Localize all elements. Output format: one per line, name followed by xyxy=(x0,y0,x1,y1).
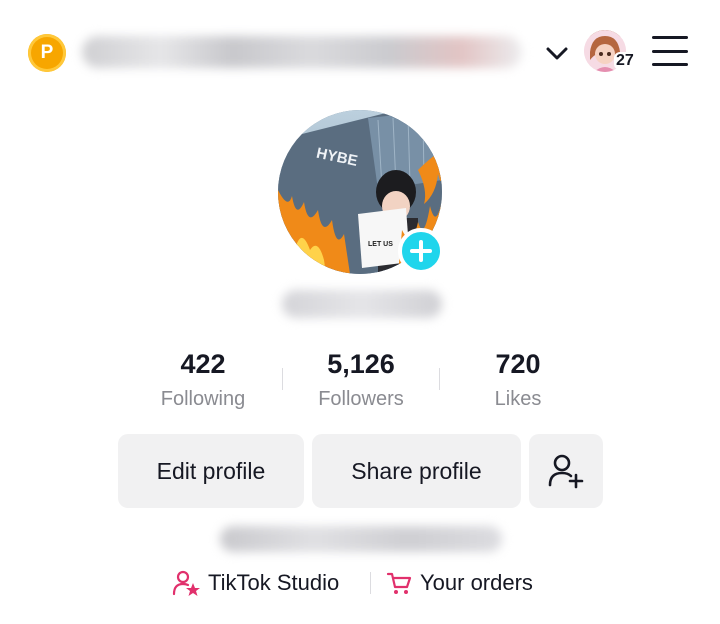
add-photo-button[interactable] xyxy=(398,228,444,274)
stat-likes[interactable]: 720 Likes xyxy=(443,348,593,412)
profile-page: P 27 HYBE LET US 422 Following 5,126 Fol… xyxy=(0,0,720,624)
blurred-username xyxy=(282,290,442,318)
followers-label: Followers xyxy=(318,388,404,410)
stat-divider xyxy=(439,368,440,390)
plus-icon xyxy=(410,240,432,262)
chevron-down-icon[interactable] xyxy=(543,40,571,68)
stat-followers[interactable]: 5,126 Followers xyxy=(286,348,436,412)
likes-label: Likes xyxy=(494,388,542,410)
following-label: Following xyxy=(160,388,246,410)
edit-profile-button[interactable]: Edit profile xyxy=(118,434,304,508)
blurred-bio xyxy=(220,526,502,552)
cart-icon xyxy=(386,572,412,594)
your-orders-link[interactable]: Your orders xyxy=(386,566,533,600)
stat-divider xyxy=(282,368,283,390)
add-friends-button[interactable] xyxy=(529,434,603,508)
link-divider xyxy=(370,572,371,594)
stat-following[interactable]: 422 Following xyxy=(128,348,278,412)
followers-count: 5,126 xyxy=(327,349,395,379)
tiktok-studio-label: TikTok Studio xyxy=(208,570,340,595)
hamburger-menu-icon[interactable] xyxy=(652,36,688,66)
points-badge[interactable]: P xyxy=(28,34,66,72)
notification-count: 27 xyxy=(614,52,636,70)
studio-icon xyxy=(172,570,200,596)
add-user-icon xyxy=(548,454,584,489)
top-bar: P 27 xyxy=(0,0,720,100)
share-profile-button[interactable]: Share profile xyxy=(312,434,521,508)
your-orders-label: Your orders xyxy=(420,570,533,595)
tiktok-studio-link[interactable]: TikTok Studio xyxy=(172,566,339,600)
likes-count: 720 xyxy=(495,349,541,379)
blurred-account-name[interactable] xyxy=(82,36,522,68)
photo-paper-text: LET US xyxy=(368,241,393,248)
following-count: 422 xyxy=(180,349,226,379)
